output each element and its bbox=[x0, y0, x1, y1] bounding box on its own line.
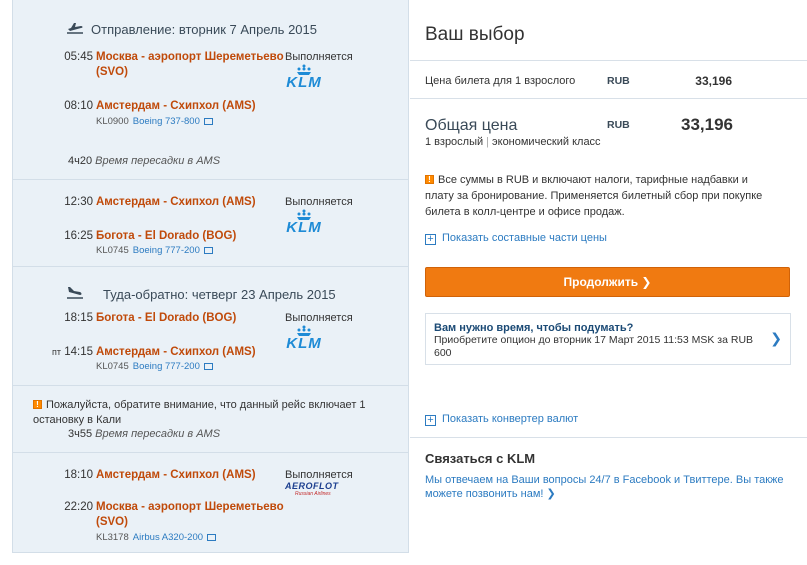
ticket-price: 33,196 bbox=[695, 74, 732, 88]
klm-logo: KLM bbox=[284, 209, 324, 236]
flight-info: KL0745 Boeing 777-200 bbox=[96, 361, 213, 372]
new-window-icon bbox=[203, 247, 213, 254]
continue-button[interactable]: Продолжить ❯ bbox=[425, 267, 790, 297]
flight-status: Выполняется bbox=[285, 51, 353, 63]
arrival-time: 22:20 bbox=[64, 501, 93, 513]
arrival-time: 08:10 bbox=[64, 100, 93, 112]
plus-icon: + bbox=[425, 234, 436, 245]
price-notice: ! Все суммы в RUB и включают налоги, тари… bbox=[425, 174, 763, 218]
divider bbox=[410, 60, 807, 61]
cabin-class: экономический класс bbox=[492, 136, 601, 148]
flight-info: KL0745 Boeing 777-200 bbox=[96, 245, 213, 256]
aeroflot-logo: AEROFLOT Russian Airlines bbox=[285, 481, 339, 497]
new-window-icon bbox=[203, 363, 213, 370]
chevron-right-icon[interactable]: ❯ bbox=[770, 330, 782, 347]
arrival-time: пт 14:15 bbox=[52, 346, 93, 358]
new-window-icon bbox=[207, 534, 217, 541]
departure-time: 12:30 bbox=[64, 196, 93, 208]
currency-label: RUB bbox=[607, 119, 630, 131]
plane-departure-icon bbox=[67, 23, 83, 34]
divider bbox=[410, 98, 807, 99]
flight-status: Выполняется bbox=[285, 196, 353, 208]
departure-time: 18:15 bbox=[64, 312, 93, 324]
departure-time: 18:10 bbox=[64, 469, 93, 481]
hold-option-text: Приобретите опцион до вторник 17 Март 20… bbox=[434, 334, 754, 359]
summary-title: Ваш выбор bbox=[425, 24, 525, 45]
divider bbox=[13, 266, 408, 267]
divider bbox=[13, 179, 408, 180]
departure-city: Амстердам - Схипхол (AMS) bbox=[96, 469, 256, 481]
transfer-duration: 3ч55 bbox=[68, 428, 93, 440]
info-icon: ! bbox=[33, 400, 42, 409]
aircraft-link[interactable]: Boeing 737-800 bbox=[133, 116, 200, 127]
aircraft-link[interactable]: Airbus A320-200 bbox=[133, 532, 203, 543]
divider bbox=[13, 452, 408, 453]
flight-number: KL0745 bbox=[96, 245, 129, 256]
ticket-price-label: Цена билета для 1 взрослого bbox=[425, 75, 576, 87]
klm-logo: KLM bbox=[284, 325, 324, 352]
divider bbox=[13, 385, 408, 386]
hold-option-title: Вам нужно время, чтобы подумать? bbox=[434, 322, 634, 334]
total-price: 33,196 bbox=[681, 115, 733, 134]
transfer-duration: 4ч20 bbox=[68, 155, 93, 167]
departure-time: 05:45 bbox=[64, 51, 93, 63]
show-currency-converter[interactable]: + Показать конвертер валют bbox=[425, 413, 578, 426]
new-window-icon bbox=[203, 118, 213, 125]
transfer-label: Время пересадки в AMS bbox=[95, 155, 221, 167]
flight-number: KL3178 bbox=[96, 532, 129, 543]
plane-landing-icon bbox=[67, 287, 83, 299]
hold-option-box[interactable]: Вам нужно время, чтобы подумать? Приобре… bbox=[425, 313, 791, 365]
contact-title: Связаться с KLM bbox=[425, 451, 536, 466]
total-price-label: Общая цена bbox=[425, 117, 518, 134]
arrival-city: Амстердам - Схипхол (AMS) bbox=[96, 346, 256, 358]
aircraft-link[interactable]: Boeing 777-200 bbox=[133, 361, 200, 372]
show-price-breakdown[interactable]: + Показать составные части цены bbox=[425, 232, 607, 245]
plus-icon: + bbox=[425, 415, 436, 426]
contact-link[interactable]: Мы отвечаем на Ваши вопросы 24/7 в Faceb… bbox=[425, 473, 785, 501]
stopover-notice: ! Пожалуйста, обратите внимание, что данн… bbox=[33, 399, 366, 426]
return-header: Туда-обратно: четверг 23 Апрель 2015 bbox=[103, 287, 336, 302]
transfer-label: Время пересадки в AMS bbox=[95, 428, 221, 440]
currency-label: RUB bbox=[607, 75, 630, 87]
summary-panel: Ваш выбор Цена билета для 1 взрослого RU… bbox=[410, 0, 807, 553]
arrival-city: Амстердам - Схипхол (AMS) bbox=[96, 100, 256, 112]
arrival-day: пт bbox=[52, 347, 62, 357]
flight-number: KL0900 bbox=[96, 116, 129, 127]
itinerary-panel: Отправление: вторник 7 Апрель 2015 05:45… bbox=[12, 0, 423, 553]
arrival-city: Москва - аэропорт Шереметьево (SVO) bbox=[96, 501, 284, 528]
klm-logo: KLM bbox=[284, 64, 324, 91]
departure-city: Богота - El Dorado (BOG) bbox=[96, 312, 237, 324]
flight-status: Выполняется bbox=[285, 312, 353, 324]
flight-info: KL0900 Boeing 737-800 bbox=[96, 116, 213, 127]
arrival-city: Богота - El Dorado (BOG) bbox=[96, 230, 237, 242]
flight-status: Выполняется bbox=[285, 469, 353, 481]
aircraft-link[interactable]: Boeing 777-200 bbox=[133, 245, 200, 256]
info-icon: ! bbox=[425, 175, 434, 184]
arrival-time: 16:25 bbox=[64, 230, 93, 242]
flight-info: KL3178 Airbus A320-200 bbox=[96, 532, 217, 543]
outbound-header: Отправление: вторник 7 Апрель 2015 bbox=[91, 22, 317, 37]
flight-number: KL0745 bbox=[96, 361, 129, 372]
transfer-info: 3ч55 Время пересадки в AMS bbox=[68, 428, 220, 440]
transfer-info: 4ч20 Время пересадки в AMS bbox=[68, 155, 220, 167]
passenger-info: 1 взрослый | экономический класс bbox=[425, 136, 601, 148]
departure-city: Амстердам - Схипхол (AMS) bbox=[96, 196, 256, 208]
divider bbox=[410, 437, 807, 438]
passenger-count: 1 взрослый bbox=[425, 136, 484, 148]
departure-city: Москва - аэропорт Шереметьево (SVO) bbox=[96, 51, 284, 78]
